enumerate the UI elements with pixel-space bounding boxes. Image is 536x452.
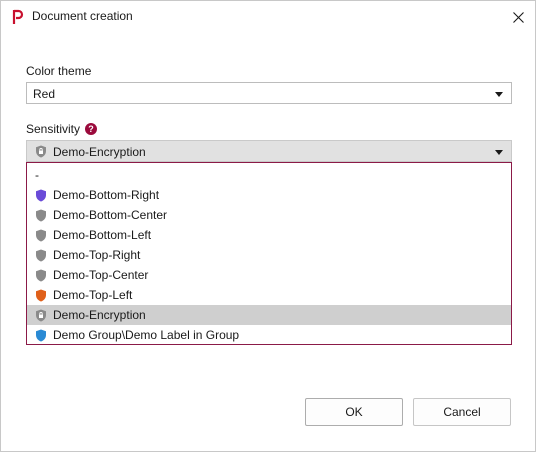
list-item-label: - xyxy=(35,168,39,182)
sensitivity-label: Sensitivity xyxy=(26,122,81,136)
shield-icon xyxy=(36,329,46,342)
document-creation-dialog: Document creation Color theme Red Sensit… xyxy=(0,0,536,452)
shield-icon xyxy=(36,269,46,282)
color-theme-select[interactable]: Red xyxy=(26,82,512,104)
window-title: Document creation xyxy=(32,9,133,23)
list-item-label: Demo-Top-Center xyxy=(53,268,149,282)
sensitivity-value: Demo-Encryption xyxy=(53,145,146,159)
list-item-label: Demo-Top-Right xyxy=(53,248,141,262)
sensitivity-select[interactable]: Demo-Encryption xyxy=(26,140,512,162)
shield-icon xyxy=(36,289,46,302)
list-item-label: Demo Group\Demo Label in Group xyxy=(53,328,240,342)
color-theme-value: Red xyxy=(33,87,56,101)
shield-icon xyxy=(36,209,46,222)
shield-icon xyxy=(36,189,46,202)
app-logo-icon xyxy=(12,9,24,24)
close-icon xyxy=(512,11,524,23)
list-item-demo-top-center[interactable]: Demo-Top-Center xyxy=(27,265,511,285)
list-item-demo-group-label[interactable]: Demo Group\Demo Label in Group xyxy=(27,325,511,345)
close-button[interactable] xyxy=(503,4,533,30)
list-item-demo-bottom-left[interactable]: Demo-Bottom-Left xyxy=(27,225,511,245)
help-icon[interactable]: ? xyxy=(85,123,97,135)
list-item-label: Demo-Encryption xyxy=(53,308,146,322)
color-theme-label: Color theme xyxy=(26,64,92,78)
list-item-label: Demo-Bottom-Right xyxy=(53,188,160,202)
list-item-label: Demo-Bottom-Center xyxy=(53,208,168,222)
list-item-label: Demo-Top-Left xyxy=(53,288,133,302)
lock-shield-icon xyxy=(36,309,46,322)
cancel-button[interactable]: Cancel xyxy=(413,398,511,426)
shield-icon xyxy=(36,229,46,242)
title-bar: Document creation xyxy=(1,1,535,33)
list-item-demo-bottom-center[interactable]: Demo-Bottom-Center xyxy=(27,205,511,225)
list-item-demo-encryption[interactable]: Demo-Encryption xyxy=(27,305,511,325)
list-item-demo-bottom-right[interactable]: Demo-Bottom-Right xyxy=(27,185,511,205)
lock-shield-icon xyxy=(36,145,46,158)
list-item-demo-top-right[interactable]: Demo-Top-Right xyxy=(27,245,511,265)
list-item-label: Demo-Bottom-Left xyxy=(53,228,152,242)
list-item-demo-top-left[interactable]: Demo-Top-Left xyxy=(27,285,511,305)
shield-icon xyxy=(36,249,46,262)
sensitivity-dropdown-list: - Demo-Bottom-Right Demo-Bottom-Center D… xyxy=(26,162,512,345)
chevron-down-icon xyxy=(495,150,503,155)
chevron-down-icon xyxy=(495,92,503,97)
list-item-none[interactable]: - xyxy=(27,165,511,185)
ok-button[interactable]: OK xyxy=(305,398,403,426)
